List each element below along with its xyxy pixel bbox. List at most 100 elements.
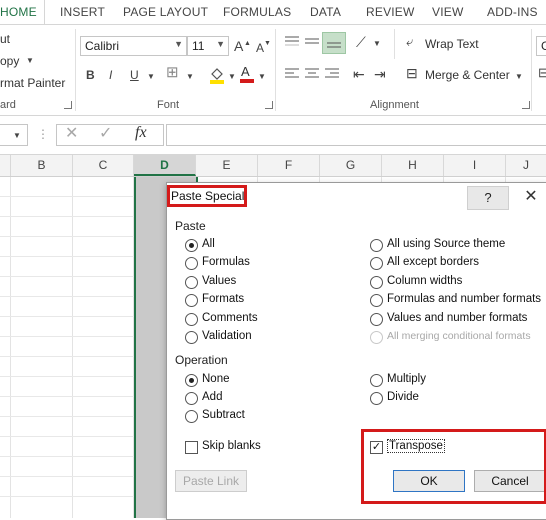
alignment-launcher-icon[interactable] xyxy=(522,101,530,109)
font-size-combo[interactable]: 11 ▼ xyxy=(187,36,229,56)
insert-function-icon[interactable]: fx xyxy=(135,125,147,141)
italic-button[interactable]: I xyxy=(109,67,112,83)
column-header-b[interactable]: B xyxy=(11,155,73,176)
radio-label: Values xyxy=(202,275,237,287)
merge-center-button[interactable]: Merge & Center xyxy=(425,68,510,82)
align-right-icon[interactable] xyxy=(324,67,340,81)
column-header-e[interactable]: E xyxy=(196,155,258,176)
radio-button xyxy=(370,374,383,387)
font-name-value: Calibri xyxy=(85,39,120,53)
chevron-down-icon[interactable]: ▼ xyxy=(258,69,266,85)
tab-view[interactable]: VIEW xyxy=(432,5,463,19)
radio-label: Formats xyxy=(202,293,245,305)
decrease-font-size-icon[interactable]: A xyxy=(256,40,264,56)
align-center-icon[interactable] xyxy=(304,67,320,81)
caret-up-icon: ▲ xyxy=(244,40,251,47)
radio-button xyxy=(185,276,198,289)
enter-entry-icon[interactable]: ✓ xyxy=(99,126,112,142)
increase-font-size-icon[interactable]: A xyxy=(234,38,243,54)
tab-home[interactable]: HOME xyxy=(0,0,45,24)
radio-label: All merging conditional formats xyxy=(387,330,531,342)
number-format-combo[interactable]: G xyxy=(536,36,546,56)
copy-button[interactable]: opy xyxy=(0,54,19,68)
clipboard-launcher-icon[interactable] xyxy=(64,101,72,109)
group-divider xyxy=(275,29,276,111)
column-header-c[interactable]: C xyxy=(73,155,134,176)
cut-button[interactable]: ut xyxy=(0,32,10,46)
tab-page-layout[interactable]: PAGE LAYOUT xyxy=(123,5,208,19)
paste-section-label: Paste xyxy=(175,219,206,233)
name-box[interactable]: ▼ xyxy=(0,124,28,146)
bold-button[interactable]: B xyxy=(86,67,95,83)
chevron-down-icon[interactable]: ▼ xyxy=(228,69,236,85)
chevron-down-icon[interactable]: ▼ xyxy=(373,36,381,52)
chevron-down-icon: ▼ xyxy=(174,39,183,49)
radio-label: Divide xyxy=(387,391,419,403)
tab-formulas[interactable]: FORMULAS xyxy=(223,5,291,19)
checkbox-label: Skip blanks xyxy=(202,440,261,452)
paste-link-button: Paste Link xyxy=(175,470,247,492)
radio-label: Add xyxy=(202,391,223,403)
close-button[interactable]: ✕ xyxy=(519,186,543,208)
chevron-down-icon: ▼ xyxy=(13,131,21,140)
radio-label: Multiply xyxy=(387,373,426,385)
font-launcher-icon[interactable] xyxy=(265,101,273,109)
chevron-down-icon[interactable]: ▼ xyxy=(147,69,155,85)
column-header-f[interactable]: F xyxy=(258,155,320,176)
chevron-down-icon[interactable]: ▼ xyxy=(186,69,194,85)
column-header-g[interactable]: G xyxy=(320,155,382,176)
row-header-corner[interactable] xyxy=(0,155,11,176)
tab-add-ins[interactable]: ADD-INS xyxy=(487,5,538,19)
bottom-align-icon xyxy=(327,42,341,48)
bottom-align-button[interactable] xyxy=(322,32,346,54)
font-name-combo[interactable]: Calibri ▼ xyxy=(80,36,187,56)
radio-label: All except borders xyxy=(387,256,480,268)
svg-text:A: A xyxy=(241,64,250,79)
radio-label: Values and number formats xyxy=(387,312,528,324)
radio-button xyxy=(370,294,383,307)
wrap-text-button[interactable]: Wrap Text xyxy=(425,37,479,51)
drag-handle-icon[interactable]: ⋮ xyxy=(37,126,49,142)
radio-label: Column widths xyxy=(387,275,463,287)
radio-button xyxy=(185,331,198,344)
tab-data[interactable]: DATA xyxy=(310,5,341,19)
radio-button xyxy=(185,410,198,423)
radio-button xyxy=(185,374,198,387)
column-header-h[interactable]: H xyxy=(382,155,444,176)
radio-label: Subtract xyxy=(202,409,245,421)
column-headers: B C D E F G H I J xyxy=(0,155,546,177)
fill-color-icon[interactable] xyxy=(208,65,226,85)
column-header-j[interactable]: J xyxy=(506,155,546,176)
caret-down-icon: ▼ xyxy=(264,40,271,47)
radio-button xyxy=(370,392,383,405)
radio-button xyxy=(370,239,383,252)
chevron-down-icon[interactable]: ▼ xyxy=(515,69,523,85)
ribbon-tabs: HOME INSERT PAGE LAYOUT FORMULAS DATA RE… xyxy=(0,0,546,25)
radio-button xyxy=(370,331,383,344)
borders-icon[interactable]: ⊞ xyxy=(166,65,179,81)
format-painter-button[interactable]: rmat Painter xyxy=(0,76,65,90)
middle-align-icon[interactable] xyxy=(304,35,320,49)
column-header-d[interactable]: D xyxy=(134,155,196,176)
column-header-i[interactable]: I xyxy=(444,155,506,176)
tab-review[interactable]: REVIEW xyxy=(366,5,415,19)
group-divider xyxy=(75,29,76,111)
align-left-icon[interactable] xyxy=(284,67,300,81)
chevron-down-icon[interactable]: ▼ xyxy=(26,53,34,69)
top-align-icon[interactable] xyxy=(284,35,300,49)
increase-indent-icon[interactable]: ⇥ xyxy=(374,66,386,82)
formula-buttons: ✕ ✓ fx xyxy=(56,124,164,146)
currency-icon[interactable]: ⊟ xyxy=(538,65,546,81)
radio-label: Formulas and number formats xyxy=(387,293,542,305)
decrease-indent-icon[interactable]: ⇤ xyxy=(353,66,365,82)
font-color-icon[interactable]: A xyxy=(238,64,256,84)
formula-input[interactable] xyxy=(166,124,546,146)
orientation-icon[interactable]: ⟋ xyxy=(356,34,366,50)
tab-home-label: HOME xyxy=(0,5,37,19)
underline-button[interactable]: U xyxy=(130,67,139,83)
radio-label: Formulas xyxy=(202,256,250,268)
radio-button xyxy=(370,313,383,326)
help-button[interactable]: ? xyxy=(467,186,509,210)
tab-insert[interactable]: INSERT xyxy=(60,5,105,19)
cancel-entry-icon[interactable]: ✕ xyxy=(65,126,78,142)
